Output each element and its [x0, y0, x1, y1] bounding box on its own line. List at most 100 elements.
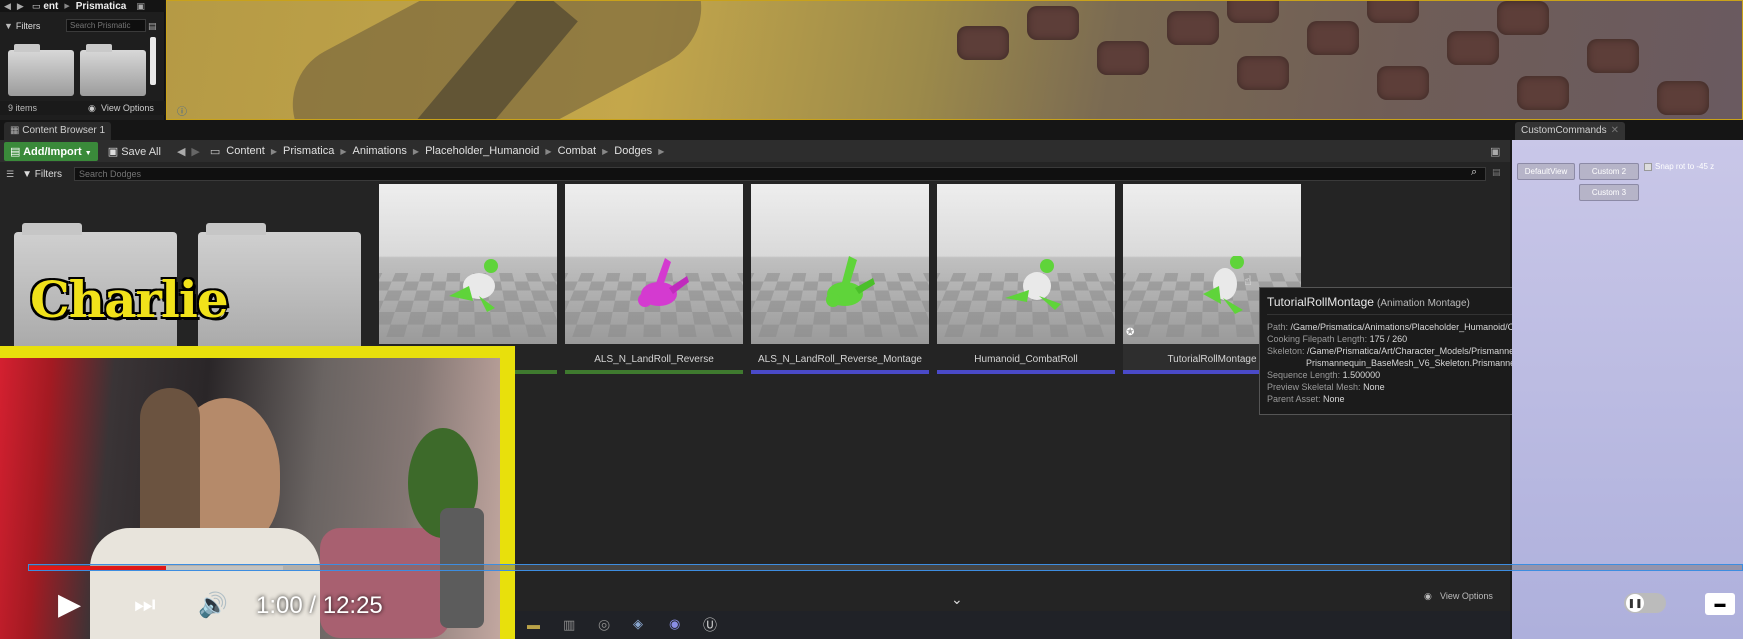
mannequin-figure [439, 256, 509, 316]
asset-thumbnail [751, 184, 929, 344]
hand-cursor-icon: ☝ [1244, 273, 1252, 289]
level-viewport[interactable]: ⓘ [166, 0, 1743, 120]
breadcrumb-animations[interactable]: Animations [352, 145, 406, 157]
scrollbar[interactable] [150, 37, 156, 85]
mini-search-input[interactable] [66, 19, 146, 32]
mini-view-options[interactable]: View Options [101, 103, 154, 113]
volume-icon[interactable]: 🔊 [198, 591, 228, 620]
folder-icon: ▭ [210, 145, 220, 158]
mini-filters-button[interactable]: Filters [16, 21, 41, 31]
play-icon[interactable]: ▶ [58, 587, 81, 622]
mini-items-count: 9 items [8, 103, 37, 113]
content-filter-bar: ☰ ▼ Filters ⌕ ▤ [0, 165, 1510, 183]
lock-icon[interactable]: ▣ [136, 1, 145, 12]
rock-tile [1447, 31, 1499, 65]
tooltip-sequence: 1.500000 [1343, 370, 1381, 380]
tab-strip: ▦ Content Browser 1 CustomCommands ✕ [0, 120, 1743, 140]
asset-thumbnail [937, 184, 1115, 344]
progress-buffered [166, 566, 282, 570]
close-icon[interactable]: ✕ [1611, 125, 1619, 136]
rock-tile [1307, 21, 1359, 55]
rock-tile [1367, 0, 1419, 23]
tooltip-cooking-label: Cooking Filepath Length: [1267, 334, 1367, 344]
star-icon[interactable]: ✪ [1126, 327, 1134, 338]
default-view-button[interactable]: DefaultView [1517, 163, 1575, 180]
folder-thumbnail[interactable] [8, 50, 74, 96]
pause-icon: ❚❚ [1626, 594, 1644, 612]
asset-type-bar [565, 370, 743, 374]
asset-thumbnail [565, 184, 743, 344]
video-progress-bar[interactable] [28, 564, 1743, 571]
captions-icon[interactable]: ▬ [1705, 593, 1735, 615]
progress-played [29, 566, 166, 570]
mini-content-browser: ◀ ▶ ▭ ent ▶ Prismatica ▣ ▼ Filters ▤ 9 i… [0, 0, 165, 120]
save-all-label: Save All [121, 146, 161, 158]
mannequin-figure [997, 256, 1067, 316]
content-browser-icon: ▦ [10, 125, 19, 136]
filters-button[interactable]: ▼ Filters [22, 169, 62, 180]
tooltip-sequence-label: Sequence Length: [1267, 370, 1340, 380]
forward-arrow-icon[interactable]: ▶ [191, 145, 199, 158]
filters-label: Filters [35, 169, 62, 180]
rock-tile [1497, 1, 1549, 35]
back-arrow-icon[interactable]: ◀ [177, 145, 185, 158]
content-browser-toolbar: ▤ Add/Import ▼ ▣ Save All ◀ ▶ ▭ Content … [0, 140, 1510, 162]
help-icon[interactable]: ⓘ [177, 103, 187, 118]
breadcrumb-separator-icon: ▶ [545, 147, 551, 156]
forward-arrow-icon[interactable]: ▶ [17, 1, 24, 12]
add-icon: ▤ [10, 146, 20, 158]
asset-tile[interactable]: ALS_N_LandRoll_Reverse_Montage [751, 184, 929, 374]
asset-type-bar [937, 370, 1115, 374]
tab-custom-commands[interactable]: CustomCommands ✕ [1515, 122, 1625, 140]
asset-label: ALS_N_LandRoll_Reverse_Montage [751, 354, 929, 365]
filter-list-icon: ☰ [6, 169, 14, 180]
video-time: 1:00 / 12:25 [256, 592, 383, 620]
search-input[interactable] [74, 167, 1486, 181]
settings-icon[interactable]: ▤ [148, 21, 157, 32]
save-all-button[interactable]: ▣ Save All [108, 145, 161, 158]
lock-icon[interactable]: ▣ [1490, 145, 1500, 158]
mini-breadcrumb-0[interactable]: ent [43, 1, 58, 12]
tooltip-cooking: 175 / 260 [1370, 334, 1408, 344]
tooltip-title: TutorialRollMontage [1267, 295, 1374, 309]
custom-3-button[interactable]: Custom 3 [1579, 184, 1639, 201]
breadcrumb-separator-icon: ▶ [658, 147, 664, 156]
tooltip-parent: None [1323, 394, 1345, 404]
rock-tile [1377, 66, 1429, 100]
breadcrumb-placeholder-humanoid[interactable]: Placeholder_Humanoid [425, 145, 539, 157]
breadcrumb-separator-icon: ▶ [340, 147, 346, 156]
rock-tile [1167, 11, 1219, 45]
rock-tile [1227, 0, 1279, 23]
streamer-name-label: Charlie [30, 270, 228, 329]
mannequin-figure [625, 256, 695, 316]
breadcrumb-dodges[interactable]: Dodges [614, 145, 652, 157]
asset-tile[interactable]: ALS_N_LandRoll_Reverse [565, 184, 743, 374]
add-import-label: Add/Import [23, 146, 82, 158]
asset-tile[interactable]: Humanoid_CombatRoll [937, 184, 1115, 374]
tab-content-browser[interactable]: ▦ Content Browser 1 [4, 122, 111, 140]
autoplay-toggle[interactable]: ❚❚ [1624, 593, 1666, 613]
save-search-icon[interactable]: ▤ [1492, 167, 1501, 178]
filter-icon: ▼ [4, 21, 13, 31]
save-icon: ▣ [108, 146, 118, 158]
mini-nav-bar: ◀ ▶ ▭ ent ▶ Prismatica ▣ [0, 0, 165, 12]
tab-content-browser-label: Content Browser 1 [22, 125, 105, 136]
add-import-button[interactable]: ▤ Add/Import ▼ [4, 142, 98, 161]
tooltip-preview: None [1363, 382, 1385, 392]
snap-rot-checkbox[interactable] [1644, 163, 1652, 171]
mannequin-figure [1183, 256, 1253, 316]
rock-tile [957, 26, 1009, 60]
search-icon: ⌕ [1471, 166, 1477, 179]
filter-icon: ▼ [22, 169, 32, 180]
breadcrumb-combat[interactable]: Combat [558, 145, 597, 157]
rock-tile [1657, 81, 1709, 115]
back-arrow-icon[interactable]: ◀ [4, 1, 11, 12]
next-icon[interactable]: ⏭ [134, 591, 156, 619]
custom-2-button[interactable]: Custom 2 [1579, 163, 1639, 180]
folder-thumbnail[interactable] [80, 50, 146, 96]
breadcrumb-separator-icon: ▶ [602, 147, 608, 156]
breadcrumb-content[interactable]: Content [226, 145, 265, 157]
mini-breadcrumb-1[interactable]: Prismatica [76, 1, 127, 12]
asset-thumbnail [379, 184, 557, 344]
breadcrumb-prismatica[interactable]: Prismatica [283, 145, 334, 157]
